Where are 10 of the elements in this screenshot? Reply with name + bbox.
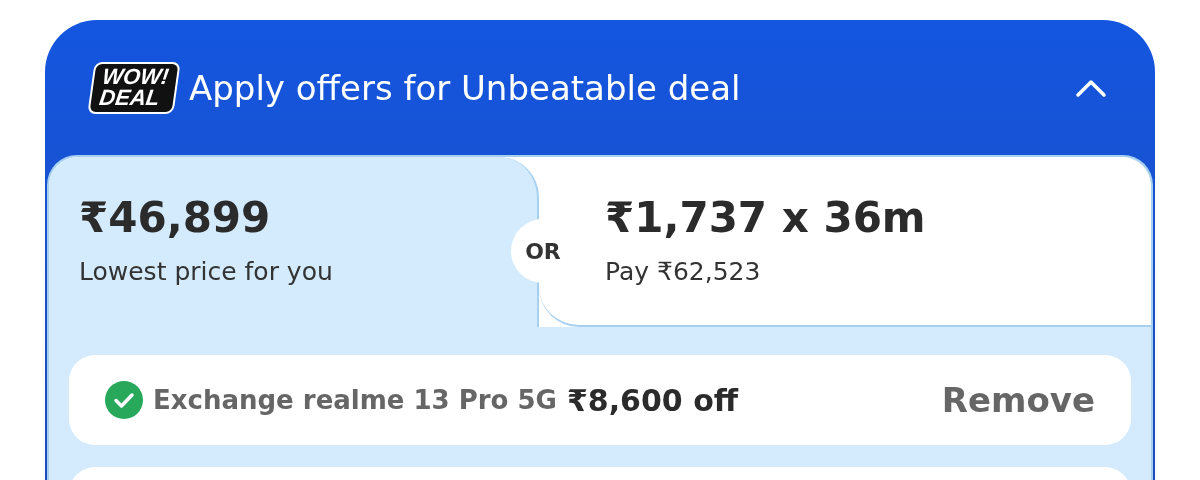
remove-button[interactable]: Remove — [941, 380, 1095, 420]
chevron-up-icon[interactable] — [1075, 77, 1107, 98]
option-caption: Lowest price for you — [79, 257, 334, 287]
exchange-label: Exchange realme 13 Pro 5G — [153, 385, 557, 415]
wow-deal-logo: WOW! DEAL — [87, 61, 181, 114]
offers-title: Apply offers for Unbeatable deal — [188, 67, 742, 108]
option-price: ₹46,899 — [79, 195, 272, 242]
option-caption: Pay ₹62,523 — [605, 257, 762, 287]
option-price: ₹1,737 x 36m — [605, 195, 927, 242]
discount-amount: ₹8,600 off — [566, 382, 740, 418]
